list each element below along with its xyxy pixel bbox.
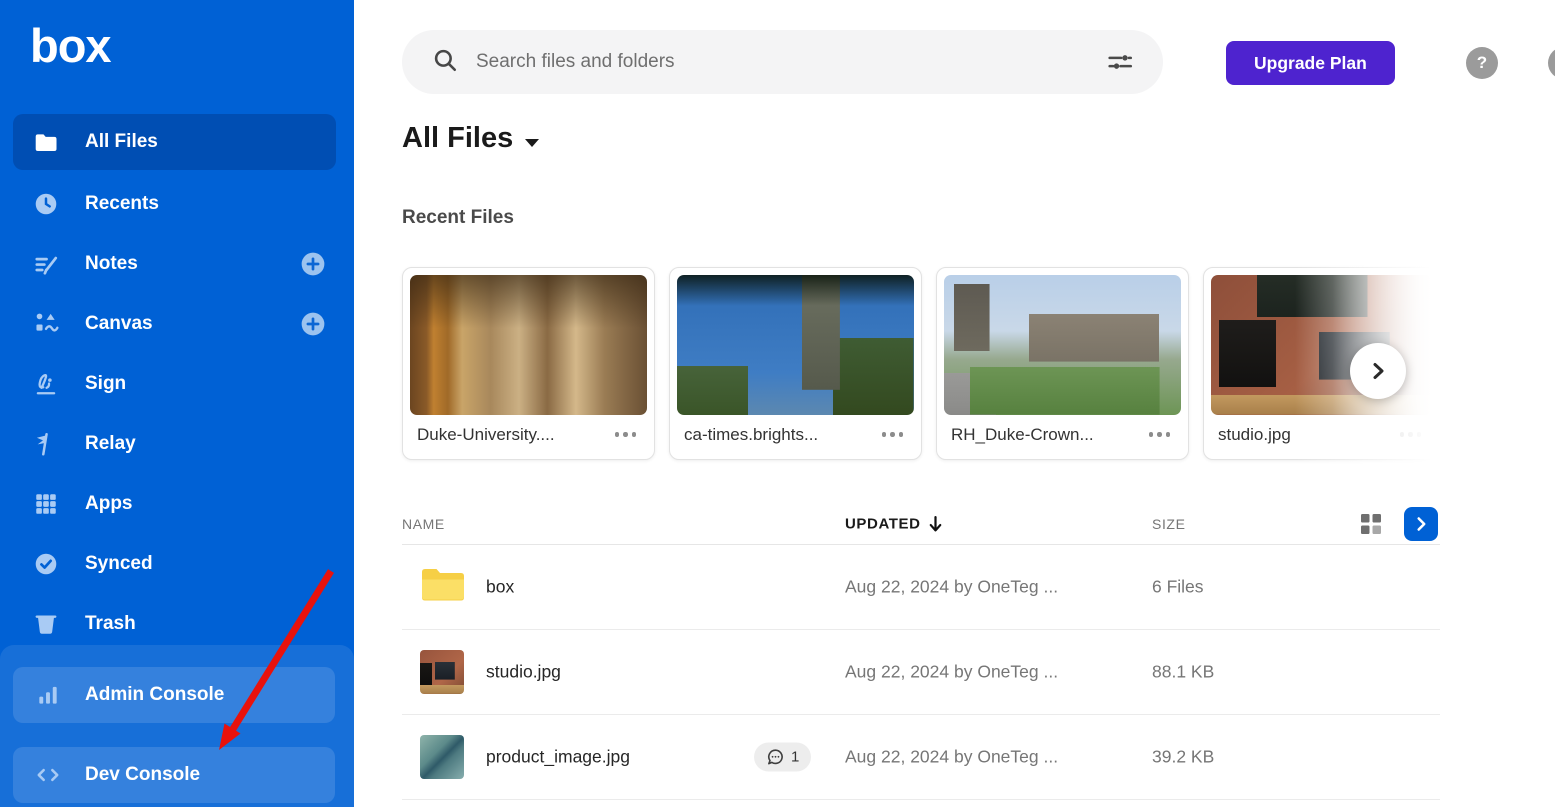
bar-chart-icon — [35, 682, 61, 708]
file-updated: Aug 22, 2024 by OneTeg ... — [845, 662, 1058, 683]
help-button[interactable]: ? — [1466, 47, 1498, 79]
carousel-next-button[interactable] — [1350, 343, 1406, 399]
table-row[interactable]: box Aug 22, 2024 by OneTeg ... 6 Files — [402, 545, 1440, 630]
expand-panel-button[interactable] — [1404, 507, 1438, 541]
recent-file-card[interactable]: RH_Duke-Crown... — [936, 267, 1189, 460]
sidebar-item-synced[interactable]: Synced — [0, 534, 354, 594]
file-name: studio.jpg — [1218, 425, 1291, 445]
sidebar-item-all-files[interactable]: All Files — [13, 114, 336, 170]
sidebar: box All Files Recents Notes — [0, 0, 354, 807]
notes-icon — [33, 251, 59, 277]
file-updated: Aug 22, 2024 by OneTeg ... — [845, 577, 1058, 598]
sidebar-item-notes[interactable]: Notes — [0, 234, 354, 294]
folder-icon — [420, 566, 466, 609]
recent-file-card[interactable]: Duke-University.... — [402, 267, 655, 460]
recent-files-carousel: Duke-University.... ca-times.brights... … — [402, 267, 1440, 460]
file-table-header: NAME UPDATED SIZE — [402, 503, 1440, 545]
sidebar-item-label: Apps — [85, 493, 133, 515]
column-header-size[interactable]: SIZE — [1152, 516, 1186, 532]
file-name: product_image.jpg — [486, 747, 630, 768]
add-canvas-button[interactable] — [300, 311, 326, 337]
more-options-icon[interactable] — [1396, 428, 1426, 441]
admin-console-button[interactable]: Admin Console — [13, 667, 335, 723]
table-row[interactable]: product_image.jpg 1 Aug 22, 2024 by OneT… — [402, 715, 1440, 800]
more-options-icon[interactable] — [878, 428, 908, 441]
dev-console-button[interactable]: Dev Console — [13, 747, 335, 803]
file-size: 6 Files — [1152, 577, 1204, 598]
search-bar — [402, 30, 1163, 94]
sidebar-item-relay[interactable]: Relay — [0, 414, 354, 474]
sidebar-item-recents[interactable]: Recents — [0, 174, 354, 234]
file-name: Duke-University.... — [417, 425, 555, 445]
file-name: box — [486, 577, 514, 598]
upgrade-plan-button[interactable]: Upgrade Plan — [1226, 41, 1395, 85]
search-icon — [432, 47, 458, 78]
file-size: 39.2 KB — [1152, 747, 1214, 768]
sidebar-item-label: Sign — [85, 373, 126, 395]
sidebar-item-label: Canvas — [85, 313, 153, 335]
grid-view-icon[interactable] — [1360, 513, 1382, 535]
chevron-right-icon — [1410, 513, 1432, 535]
sidebar-item-label: Synced — [85, 553, 153, 575]
image-thumbnail — [420, 735, 464, 779]
sidebar-item-canvas[interactable]: Canvas — [0, 294, 354, 354]
column-header-updated-label: UPDATED — [845, 515, 921, 532]
comment-count-badge[interactable]: 1 — [754, 743, 811, 772]
clock-icon — [33, 191, 59, 217]
sidebar-item-label: All Files — [85, 131, 158, 153]
canvas-icon — [33, 311, 59, 337]
sidebar-nav: All Files Recents Notes — [0, 114, 354, 654]
file-updated: Aug 22, 2024 by OneTeg ... — [845, 747, 1058, 768]
sidebar-item-apps[interactable]: Apps — [0, 474, 354, 534]
more-options-icon[interactable] — [1145, 428, 1175, 441]
trash-icon — [33, 611, 59, 637]
file-thumbnail — [944, 275, 1181, 415]
more-options-icon[interactable] — [611, 428, 641, 441]
file-thumbnail — [1211, 275, 1432, 415]
recent-files-heading: Recent Files — [402, 207, 514, 229]
chevron-down-icon[interactable] — [525, 139, 539, 147]
sidebar-item-label: Relay — [85, 433, 136, 455]
table-row[interactable]: studio.jpg Aug 22, 2024 by OneTeg ... 88… — [402, 630, 1440, 715]
comment-bubble-icon — [766, 748, 785, 767]
search-filter-icon[interactable] — [1107, 49, 1133, 75]
add-note-button[interactable] — [300, 251, 326, 277]
folder-icon — [33, 129, 59, 155]
column-header-name[interactable]: NAME — [402, 516, 445, 532]
file-size: 88.1 KB — [1152, 662, 1214, 683]
file-name: RH_Duke-Crown... — [951, 425, 1094, 445]
recent-file-card[interactable]: ca-times.brights... — [669, 267, 922, 460]
code-icon — [35, 762, 61, 788]
box-web-app: box All Files Recents Notes — [0, 0, 1555, 807]
sidebar-item-label: Recents — [85, 193, 159, 215]
avatar[interactable] — [1548, 47, 1555, 79]
page-title-text: All Files — [402, 122, 513, 155]
file-list: box Aug 22, 2024 by OneTeg ... 6 Files s… — [402, 545, 1440, 800]
file-name: ca-times.brights... — [684, 425, 818, 445]
file-thumbnail — [677, 275, 914, 415]
image-thumbnail — [420, 650, 464, 694]
sidebar-item-sign[interactable]: Sign — [0, 354, 354, 414]
footer-item-label: Dev Console — [85, 764, 200, 786]
search-input[interactable] — [476, 51, 1107, 73]
synced-check-icon — [33, 551, 59, 577]
file-thumbnail — [410, 275, 647, 415]
sidebar-item-label: Trash — [85, 613, 136, 635]
apps-grid-icon — [33, 491, 59, 517]
column-header-updated[interactable]: UPDATED — [845, 514, 944, 533]
file-name: studio.jpg — [486, 662, 561, 683]
footer-item-label: Admin Console — [85, 684, 224, 706]
page-title: All Files — [402, 122, 539, 155]
signature-icon — [33, 371, 59, 397]
sidebar-item-label: Notes — [85, 253, 138, 275]
box-logo[interactable]: box — [30, 18, 111, 73]
flag-icon — [33, 431, 59, 457]
sort-descending-icon — [927, 514, 944, 533]
sidebar-footer-panel: Admin Console Dev Console — [0, 645, 354, 807]
comment-count: 1 — [791, 749, 799, 766]
